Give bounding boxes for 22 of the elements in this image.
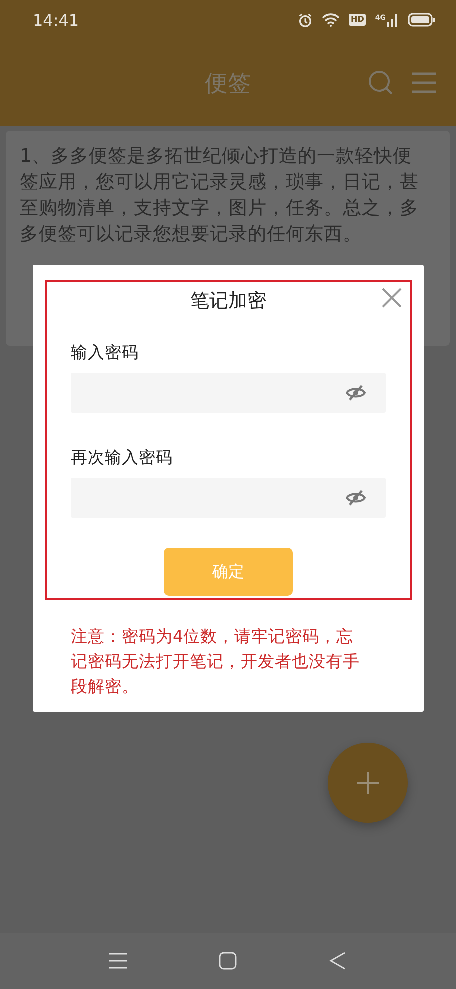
dialog-title: 笔记加密 <box>190 289 266 314</box>
field-label: 再次输入密码 <box>71 447 173 469</box>
alarm-icon <box>298 12 314 28</box>
battery-icon <box>408 13 436 27</box>
signal-icon <box>387 14 399 26</box>
plus-icon <box>357 772 379 794</box>
note-text: 1、多多便签是多拓世纪倾心打造的一款轻快便签应用，您可以用它记录灵感，琐事，日记，甚至购物清单，支持文字，图片，任务。总之，多多便签可以记录您想要记录的任何东西。 <box>20 145 420 247</box>
field-label: 输入密码 <box>71 342 139 364</box>
eye-slash-icon[interactable] <box>346 490 366 506</box>
eye-slash-icon[interactable] <box>346 385 366 401</box>
search-icon[interactable] <box>368 70 394 96</box>
notice-text: 注意：密码为4位数，请牢记密码，忘记密码无法打开笔记，开发者也没有手段解密。 <box>71 626 361 698</box>
close-icon[interactable] <box>382 288 402 308</box>
wifi-icon <box>322 13 340 27</box>
password-field[interactable] <box>71 478 386 518</box>
hd-badge: HD <box>349 14 366 26</box>
confirm-button[interactable]: 确定 <box>164 548 293 596</box>
password-field[interactable] <box>71 373 386 413</box>
app-title: 便签 <box>205 70 251 98</box>
home-icon[interactable] <box>219 952 237 970</box>
clock-time: 14:41 <box>33 10 80 30</box>
back-icon[interactable] <box>329 952 347 970</box>
